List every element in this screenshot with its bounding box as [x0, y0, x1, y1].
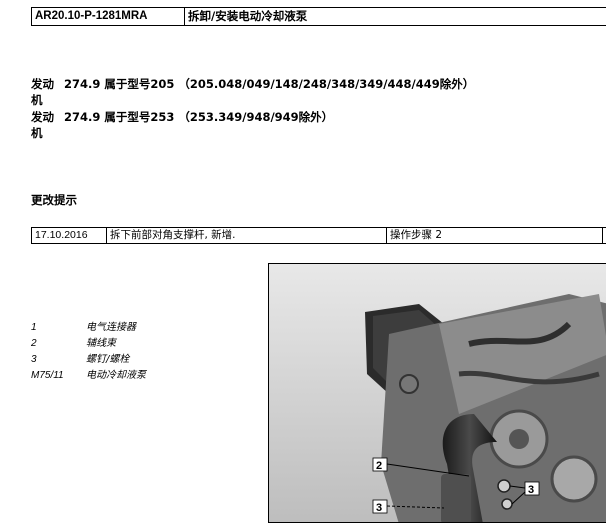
engine-text: 274.9 属于型号253 （253.349/948/949除外）: [64, 110, 334, 124]
pulley: [550, 455, 598, 503]
callout-label: 3: [528, 484, 534, 496]
change-date: 17.10.2016: [32, 228, 107, 243]
legend-value: 辅线束: [86, 338, 116, 349]
legend-value: 电气连接器: [86, 322, 136, 333]
legend-value: 电动冷却液泵: [86, 370, 146, 381]
bolt-marker: [497, 479, 511, 493]
legend-item: 1 电气连接器: [31, 320, 146, 336]
legend-value: 螺钉/螺栓: [86, 354, 130, 365]
engine-applicability-1: 发动机 274.9 属于型号205 （205.048/049/148/248/34…: [31, 76, 474, 108]
engine-label: 发动机: [31, 77, 54, 107]
coolant-pump: [441, 474, 471, 522]
figure-legend: 1 电气连接器 2 辅线束 3 螺钉/螺栓 M75/11 电动冷却液泵: [31, 320, 146, 384]
callout-label: 2: [376, 460, 382, 472]
legend-key: M75/11: [31, 370, 64, 381]
change-reference: 操作步骤 2: [387, 228, 603, 243]
bolt-marker: [501, 498, 513, 510]
pulley-hub: [509, 429, 529, 449]
engine-applicability-2: 发动机 274.9 属于型号253 （253.349/948/949除外）: [31, 109, 333, 141]
engine-figure: 2 3 3: [268, 263, 606, 523]
legend-key: 1: [31, 322, 37, 333]
legend-key: 2: [31, 338, 37, 349]
document-title: 拆卸/安装电动冷却液泵: [188, 9, 308, 23]
callout-label: 3: [376, 502, 382, 514]
document-code: AR20.10-P-1281MRA: [32, 8, 185, 25]
legend-item: 3 螺钉/螺栓: [31, 352, 146, 368]
document-header: AR20.10-P-1281MRA 拆卸/安装电动冷却液泵: [31, 7, 606, 26]
change-description: 拆下前部对角支撑杆, 新增.: [107, 228, 387, 243]
change-notes-heading: 更改提示: [31, 193, 77, 207]
change-notes-row: 17.10.2016 拆下前部对角支撑杆, 新增. 操作步骤 2: [31, 227, 606, 244]
engine-label: 发动机: [31, 110, 54, 140]
engine-text: 274.9 属于型号205 （205.048/049/148/248/348/3…: [64, 77, 475, 91]
engine-photo: 2 3 3: [269, 264, 606, 522]
legend-item: M75/11 电动冷却液泵: [31, 368, 146, 384]
fitting: [399, 374, 419, 394]
legend-item: 2 辅线束: [31, 336, 146, 352]
legend-key: 3: [31, 354, 37, 365]
